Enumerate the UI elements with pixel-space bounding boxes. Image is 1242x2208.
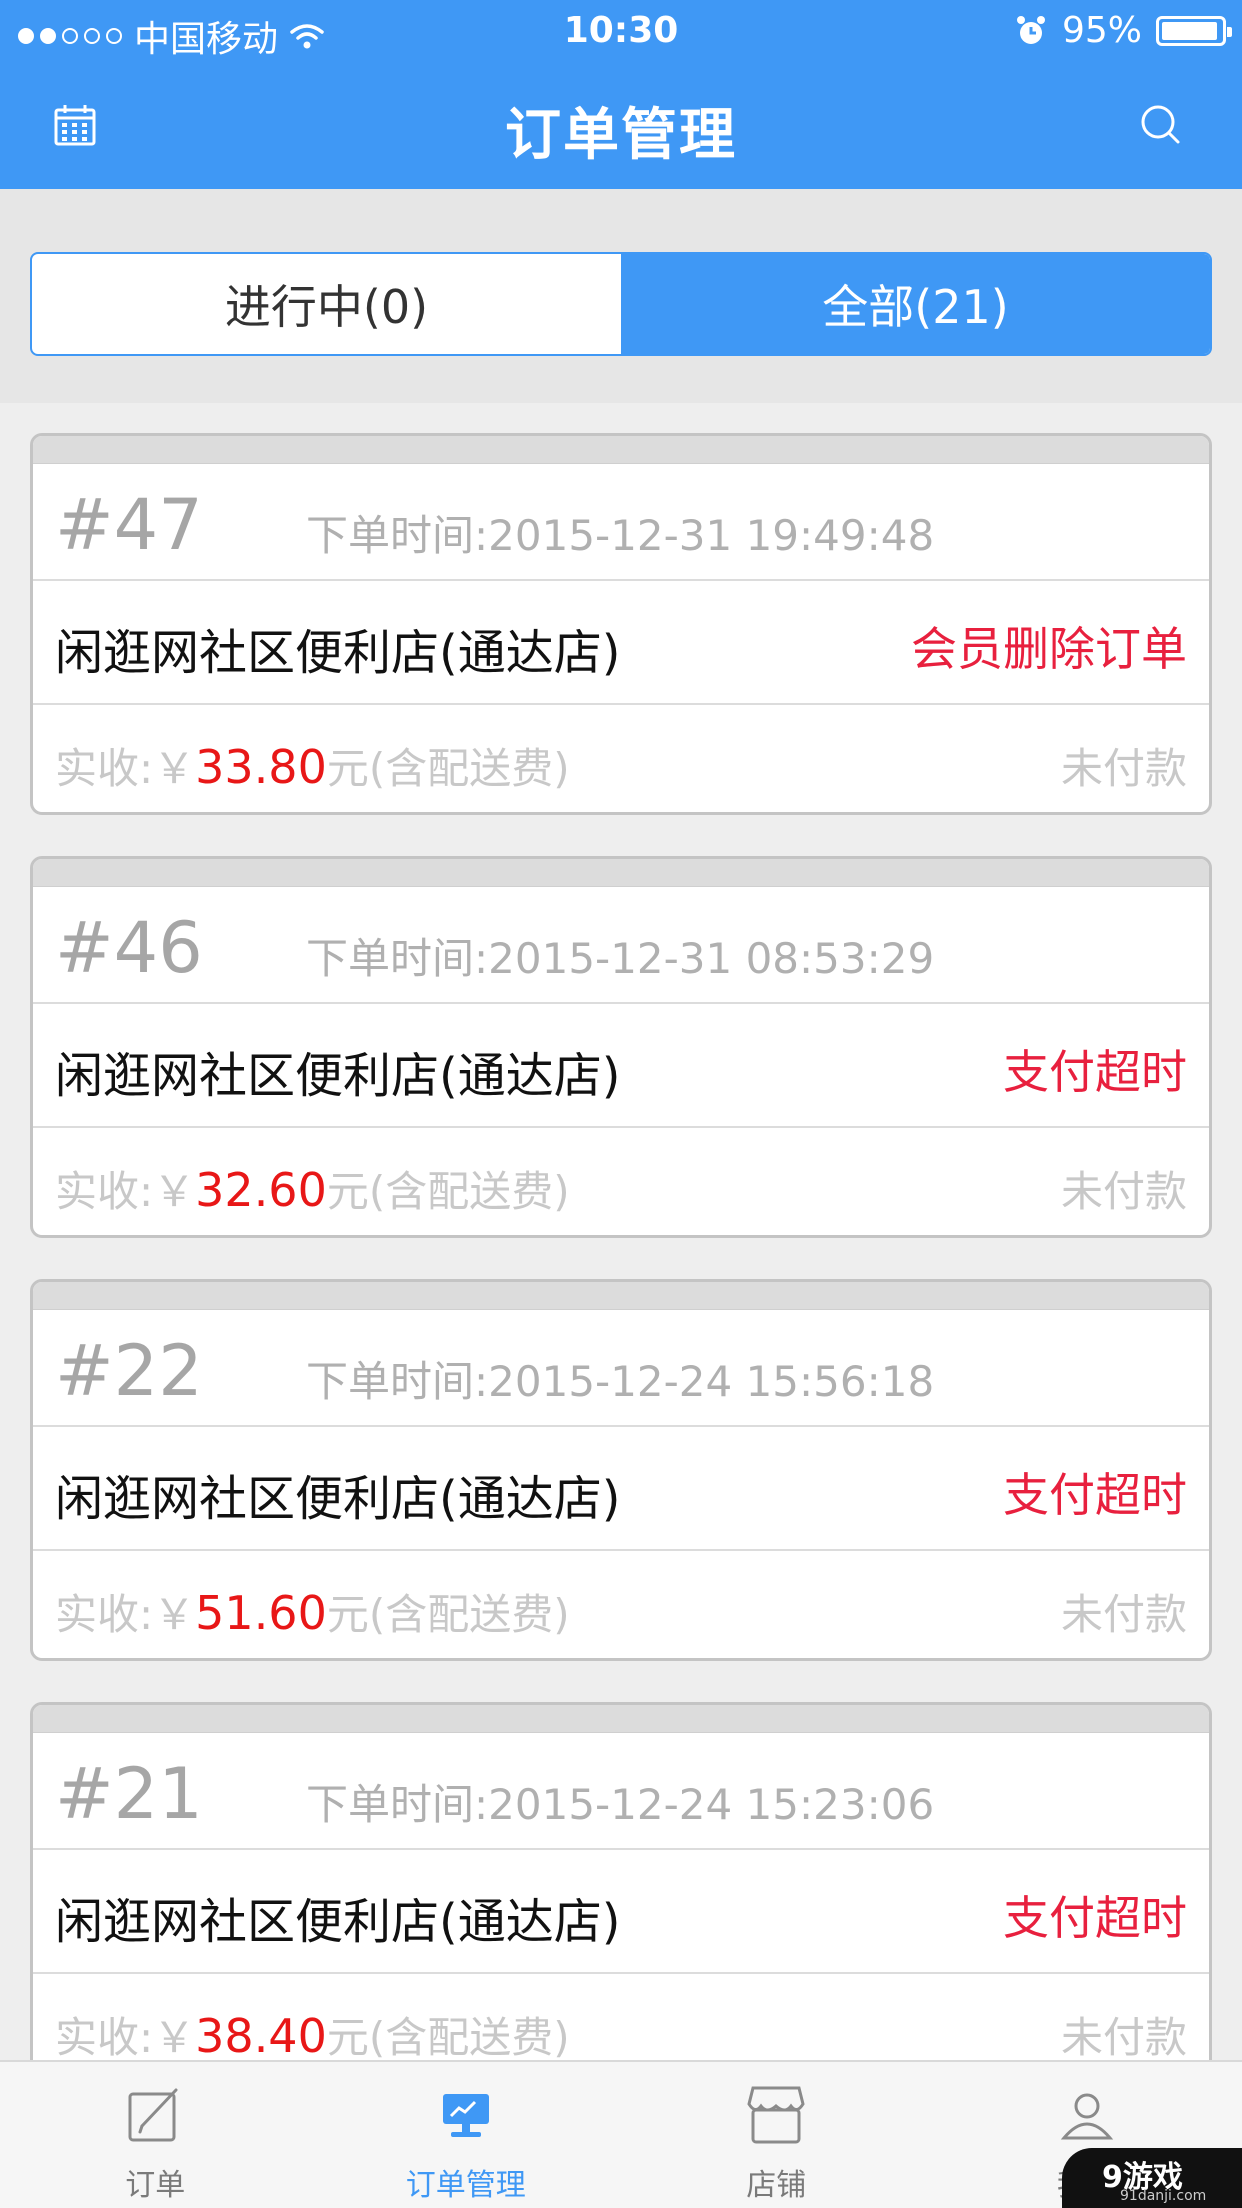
payment-state: 未付款 xyxy=(1060,2013,1187,2060)
battery-icon xyxy=(1156,15,1232,46)
tabbar-item-store[interactable]: 店铺 xyxy=(621,2062,932,2208)
bottom-tab-bar: 订单 订单管理 店铺 我的 xyxy=(0,2060,1242,2208)
monitor-icon xyxy=(442,2094,489,2137)
tab-label: 订单管理 xyxy=(405,2168,526,2203)
payment-state: 未付款 xyxy=(1060,744,1187,793)
store-icon xyxy=(747,2086,805,2144)
battery-fill xyxy=(1162,21,1217,40)
filter-area: 进行中(0) 全部(21) xyxy=(0,189,1242,403)
pay-amount: 51.60 xyxy=(195,1586,327,1640)
search-icon[interactable] xyxy=(1136,100,1186,150)
payment-info: 实收:￥38.40元(含配送费) xyxy=(55,2004,570,2060)
pay-suffix: 元(含配送费) xyxy=(326,1590,570,1639)
tabbar-item-orders[interactable]: 订单 xyxy=(0,2062,311,2208)
status-bar: 中国移动 10:30 95% xyxy=(0,0,1242,62)
pay-amount: 32.60 xyxy=(195,1163,327,1217)
order-number: #21 xyxy=(55,1753,203,1835)
order-status: 会员删除订单 xyxy=(911,622,1187,676)
edit-icon xyxy=(128,2088,178,2142)
order-time: 下单时间:2015-12-31 19:49:48 xyxy=(306,511,935,560)
order-list[interactable]: #47 下单时间:2015-12-31 19:49:48 闲逛网社区便利店(通达… xyxy=(0,403,1242,2060)
nav-bar: 订单管理 xyxy=(0,62,1242,189)
payment-state: 未付款 xyxy=(1060,1590,1187,1639)
payment-info: 实收:￥51.60元(含配送费) xyxy=(55,1581,570,1642)
site-watermark: 9游戏 91danji.com xyxy=(1062,2148,1242,2208)
order-time: 下单时间:2015-12-31 08:53:29 xyxy=(306,934,935,983)
page-title: 订单管理 xyxy=(505,103,737,168)
tab-all[interactable]: 全部(21) xyxy=(621,254,1210,354)
pay-amount: 33.80 xyxy=(195,740,327,794)
pay-amount: 38.40 xyxy=(195,2009,327,2060)
order-card[interactable]: #46 下单时间:2015-12-31 08:53:29 闲逛网社区便利店(通达… xyxy=(30,856,1212,1238)
order-status: 支付超时 xyxy=(1003,1468,1187,1522)
tab-label: 订单 xyxy=(125,2168,186,2203)
shop-name: 闲逛网社区便利店(通达店) xyxy=(55,625,621,681)
order-card[interactable]: #21 下单时间:2015-12-24 15:23:06 闲逛网社区便利店(通达… xyxy=(30,1702,1212,2060)
status-right: 95% xyxy=(1014,10,1232,51)
tabbar-item-order-management[interactable]: 订单管理 xyxy=(311,2062,622,2208)
order-number: #46 xyxy=(55,907,203,989)
alarm-icon xyxy=(1016,15,1045,44)
battery-percent: 95% xyxy=(1061,10,1142,51)
pay-suffix: 元(含配送费) xyxy=(326,1167,570,1216)
pay-suffix: 元(含配送费) xyxy=(326,744,570,793)
order-status: 支付超时 xyxy=(1003,1891,1187,1945)
order-status: 支付超时 xyxy=(1003,1045,1187,1099)
order-time: 下单时间:2015-12-24 15:56:18 xyxy=(306,1357,935,1406)
shop-name: 闲逛网社区便利店(通达店) xyxy=(55,1048,621,1104)
order-card[interactable]: #22 下单时间:2015-12-24 15:56:18 闲逛网社区便利店(通达… xyxy=(30,1279,1212,1661)
watermark-sub: 91danji.com xyxy=(1120,2188,1207,2204)
payment-info: 实收:￥33.80元(含配送费) xyxy=(55,735,570,796)
order-number: #47 xyxy=(55,484,203,566)
payment-info: 实收:￥32.60元(含配送费) xyxy=(55,1158,570,1219)
tab-in-progress[interactable]: 进行中(0) xyxy=(32,254,621,354)
shop-name: 闲逛网社区便利店(通达店) xyxy=(55,1471,621,1527)
shop-name: 闲逛网社区便利店(通达店) xyxy=(55,1894,621,1950)
order-time: 下单时间:2015-12-24 15:23:06 xyxy=(306,1780,935,1829)
pay-prefix: 实收:￥ xyxy=(55,744,196,793)
order-filter-segment: 进行中(0) 全部(21) xyxy=(30,252,1212,356)
pay-prefix: 实收:￥ xyxy=(55,2013,196,2060)
pay-prefix: 实收:￥ xyxy=(55,1590,196,1639)
pay-suffix: 元(含配送费) xyxy=(326,2013,570,2060)
pay-prefix: 实收:￥ xyxy=(55,1167,196,1216)
order-card[interactable]: #47 下单时间:2015-12-31 19:49:48 闲逛网社区便利店(通达… xyxy=(30,433,1212,815)
user-icon xyxy=(1060,2093,1113,2140)
payment-state: 未付款 xyxy=(1060,1167,1187,1216)
order-number: #22 xyxy=(55,1330,203,1412)
tab-label: 店铺 xyxy=(746,2168,807,2203)
app-header: 中国移动 10:30 95% 订单管理 xyxy=(0,0,1242,189)
